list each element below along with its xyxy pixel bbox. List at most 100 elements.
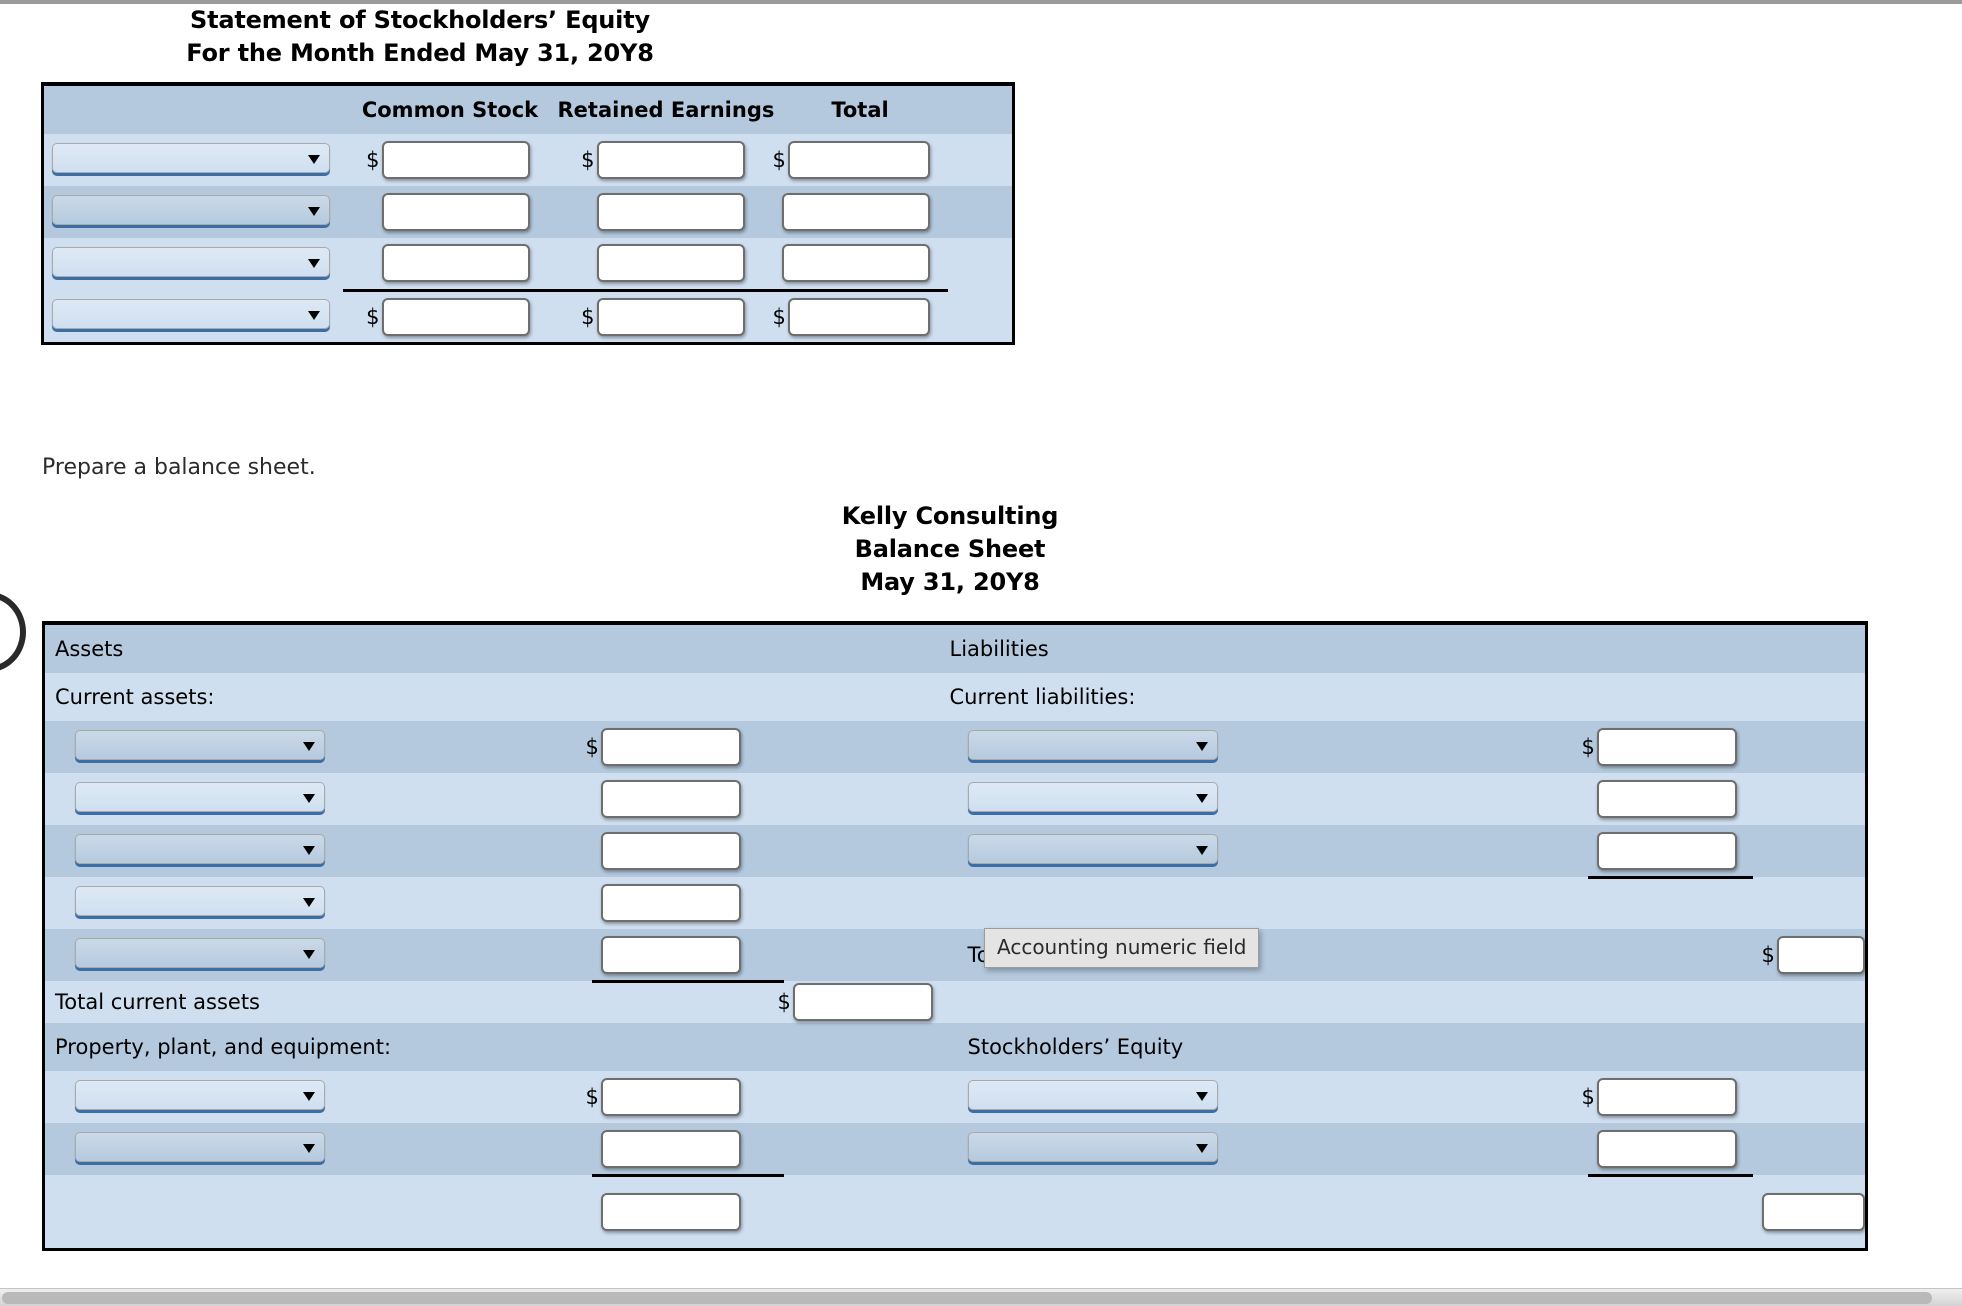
- tooltip: Accounting numeric field: [984, 928, 1260, 968]
- balance-sheet-row: $ $: [43, 1071, 1867, 1123]
- ppe-amount-input[interactable]: [600, 1130, 741, 1168]
- balance-sheet-row: $ $: [43, 721, 1867, 773]
- total-input[interactable]: [781, 193, 930, 231]
- balance-sheet-subsection-row: Property, plant, and equipment: Stockhol…: [43, 1023, 1867, 1071]
- current-asset-amount-input[interactable]: [600, 832, 741, 870]
- total-liabilities-input[interactable]: [1776, 936, 1866, 974]
- total-current-assets-label: Total current assets: [55, 990, 260, 1014]
- page-root: Statement of Stockholders’ Equity For th…: [0, 0, 1962, 1306]
- total-total-input[interactable]: [787, 297, 930, 336]
- current-liability-amount-input[interactable]: [1596, 832, 1737, 870]
- dollar-sign: $: [772, 304, 786, 329]
- dollar-sign: $: [581, 148, 595, 172]
- liabilities-section-header: Liabilities: [949, 637, 1049, 661]
- total-input[interactable]: [787, 141, 930, 179]
- balance-sheet-row: $ Total liabilities $: [43, 929, 1867, 983]
- equity-account-select[interactable]: [52, 299, 330, 329]
- equity-account-select[interactable]: [52, 143, 330, 173]
- current-asset-select[interactable]: [75, 938, 325, 968]
- equity-select[interactable]: [967, 1080, 1218, 1110]
- retained-earnings-input[interactable]: [596, 193, 745, 231]
- ppe-label: Property, plant, and equipment:: [55, 1035, 392, 1059]
- balance-sheet-titles: Kelly Consulting Balance Sheet May 31, 2…: [0, 500, 1900, 599]
- balance-sheet-row: $ $: [43, 1123, 1867, 1177]
- balance-sheet-report: Balance Sheet: [854, 535, 1046, 564]
- ppe-select[interactable]: [75, 1080, 325, 1110]
- equity-statement-titles: Statement of Stockholders’ Equity For th…: [40, 4, 800, 70]
- balance-sheet-row: $: [43, 877, 1867, 929]
- dollar-sign: $: [1581, 735, 1595, 759]
- horizontal-scrollbar[interactable]: [0, 1288, 1962, 1306]
- balance-sheet-date: May 31, 20Y8: [860, 568, 1040, 597]
- current-asset-amount-input[interactable]: [600, 884, 741, 922]
- current-assets-label: Current assets:: [55, 685, 215, 709]
- balance-sheet-table: Assets Liabilities Current assets: Curre…: [42, 621, 1869, 1251]
- current-asset-select[interactable]: [75, 730, 325, 760]
- column-header-total: Total: [831, 98, 889, 122]
- common-stock-input[interactable]: [381, 244, 530, 283]
- dollar-sign: $: [585, 735, 599, 759]
- current-asset-select[interactable]: [75, 782, 325, 812]
- equity-select[interactable]: [967, 1132, 1218, 1162]
- total-current-assets-input[interactable]: [792, 983, 933, 1021]
- equity-statement-title-line2: For the Month Ended May 31, 20Y8: [186, 39, 654, 68]
- stockholders-equity-label: Stockholders’ Equity: [967, 1035, 1184, 1059]
- equity-account-select[interactable]: [52, 195, 330, 225]
- current-liability-amount-input[interactable]: [1596, 780, 1737, 818]
- equity-row: [42, 238, 1014, 292]
- equity-amount-input[interactable]: [1596, 1078, 1737, 1116]
- retained-earnings-total-input[interactable]: [596, 297, 745, 336]
- current-asset-amount-input[interactable]: [600, 780, 741, 818]
- equity-amount-input[interactable]: [1596, 1130, 1737, 1168]
- current-liability-select[interactable]: [967, 730, 1218, 760]
- dollar-sign: $: [777, 990, 791, 1014]
- column-header-common-stock: Common Stock: [361, 98, 539, 122]
- current-liability-amount-input[interactable]: [1596, 728, 1737, 766]
- equity-statement-table: Common Stock Retained Earnings Total $ $…: [41, 82, 1015, 345]
- dollar-sign: $: [1761, 943, 1775, 967]
- liabilities-subtotal-rule: [1587, 876, 1753, 879]
- assets-section-header: Assets: [55, 637, 124, 661]
- instruction-text: Prepare a balance sheet.: [42, 455, 316, 480]
- ppe-select[interactable]: [75, 1132, 325, 1162]
- common-stock-input[interactable]: [381, 141, 530, 179]
- total-ppe-input[interactable]: [600, 1192, 741, 1231]
- equity-row: [42, 186, 1014, 238]
- horizontal-scrollbar-thumb[interactable]: [2, 1292, 1932, 1304]
- current-asset-amount-input[interactable]: [600, 936, 741, 974]
- balance-sheet-row-clipped: x $: [43, 1175, 1867, 1250]
- total-liabilities-and-equity-input[interactable]: [1761, 1192, 1866, 1231]
- ppe-amount-input[interactable]: [600, 1078, 741, 1116]
- ppe-subtotal-rule: [591, 1174, 784, 1177]
- dollar-sign: $: [585, 1085, 599, 1109]
- current-asset-select[interactable]: [75, 834, 325, 864]
- total-current-assets-row: Total current assets $: [43, 981, 1867, 1023]
- equity-statement-title-line1: Statement of Stockholders’ Equity: [190, 6, 650, 34]
- column-header-retained-earnings: Retained Earnings: [557, 98, 775, 122]
- equity-row: $ $ $: [42, 134, 1014, 186]
- retained-earnings-input[interactable]: [596, 244, 745, 283]
- retained-earnings-input[interactable]: [596, 141, 745, 179]
- equity-subtotal-rule: [1587, 1174, 1753, 1177]
- balance-sheet-subsection-row: Current assets: Current liabilities:: [43, 673, 1867, 721]
- annotation-circle-icon: [0, 592, 26, 672]
- dollar-sign: $: [772, 148, 786, 172]
- current-liability-select[interactable]: [967, 834, 1218, 864]
- equity-statement-header-row: Common Stock Retained Earnings Total: [42, 84, 1014, 134]
- balance-sheet-section-header-row: Assets Liabilities: [43, 623, 1867, 673]
- equity-total-row: $ $ $: [42, 290, 1014, 345]
- current-asset-select[interactable]: [75, 886, 325, 916]
- current-liabilities-label: Current liabilities:: [949, 685, 1136, 709]
- dollar-sign: $: [366, 304, 380, 329]
- tooltip-text: Accounting numeric field: [997, 935, 1247, 959]
- total-input[interactable]: [781, 244, 930, 283]
- current-liability-select[interactable]: [967, 782, 1218, 812]
- current-asset-amount-input[interactable]: [600, 728, 741, 766]
- balance-sheet-row: $ $: [43, 825, 1867, 879]
- dollar-sign: $: [366, 148, 380, 172]
- equity-account-select[interactable]: [52, 247, 330, 277]
- common-stock-input[interactable]: [381, 193, 530, 231]
- common-stock-total-input[interactable]: [381, 297, 530, 336]
- balance-sheet-company: Kelly Consulting: [841, 502, 1059, 530]
- balance-sheet-row: $ $: [43, 773, 1867, 825]
